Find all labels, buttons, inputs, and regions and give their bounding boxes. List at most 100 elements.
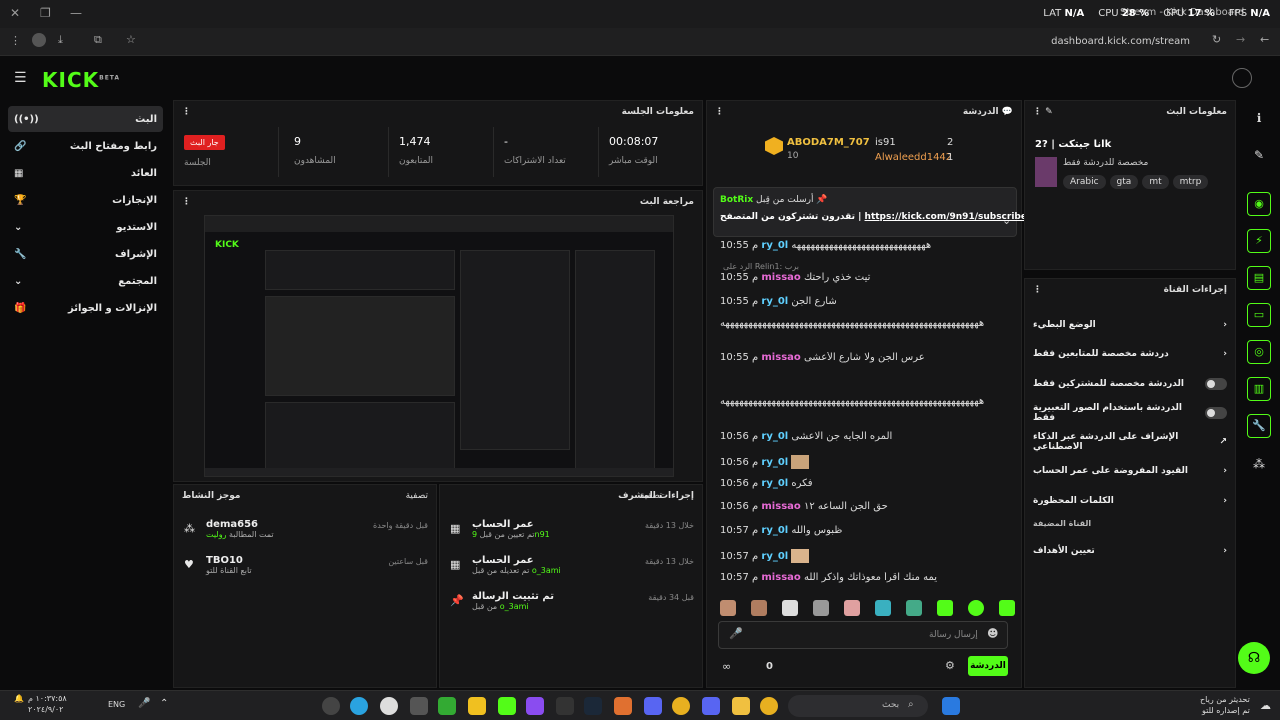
- xbox-icon[interactable]: [438, 697, 456, 715]
- discord-icon[interactable]: [644, 697, 662, 715]
- profile-icon[interactable]: [32, 33, 46, 47]
- sidebar-item-moderation[interactable]: 🔧 الإشراف: [8, 241, 163, 267]
- subscribers-only-row[interactable]: الدردشة مخصصة للمشتركين فقط: [1033, 374, 1227, 394]
- emote-icon[interactable]: [751, 600, 767, 616]
- app-icon[interactable]: [614, 697, 632, 715]
- steam-icon[interactable]: [584, 697, 602, 715]
- set-goals-row[interactable]: تعيين الأهداف ›: [1033, 541, 1227, 561]
- clock[interactable]: ١٠:٣٧:٥٨ م ٢٠٢٤/٩/٠٢: [28, 693, 67, 715]
- sidebar-item-community[interactable]: ⌄ المجتمع: [8, 268, 163, 294]
- info-icon[interactable]: ℹ: [1247, 106, 1271, 130]
- minimize-icon[interactable]: —: [70, 6, 82, 20]
- chrome-icon[interactable]: [672, 697, 690, 715]
- leader-name[interactable]: Alwaleedd1442: [875, 152, 952, 163]
- chevron-up-icon[interactable]: ⌃: [160, 698, 168, 709]
- emotes-only-toggle[interactable]: [1205, 407, 1227, 419]
- download-icon[interactable]: ⤓: [58, 33, 63, 47]
- microphone-icon[interactable]: 🎤: [729, 627, 743, 640]
- restore-icon[interactable]: ❐: [40, 6, 51, 20]
- emote-icon[interactable]: [999, 600, 1015, 616]
- app-icon[interactable]: [526, 697, 544, 715]
- app-icon[interactable]: [380, 697, 398, 715]
- followers-only-row[interactable]: دردشة مخصصة للمتابعين فقط ›: [1033, 344, 1227, 364]
- more-icon[interactable]: ⋮: [182, 197, 191, 207]
- sidebar-item-achievements[interactable]: 🏆 الإنجازات: [8, 187, 163, 213]
- notes-icon[interactable]: ▤: [1247, 266, 1271, 290]
- infinity-icon[interactable]: ∞: [722, 660, 731, 673]
- sidebar-item-stream[interactable]: ((•)) البث: [8, 106, 163, 132]
- more-icon[interactable]: ⋮: [182, 107, 191, 117]
- camera-icon[interactable]: ◉: [1247, 192, 1271, 216]
- emote-icon[interactable]: [720, 600, 736, 616]
- send-chat-button[interactable]: الدردشة: [968, 656, 1008, 676]
- tag[interactable]: mt: [1142, 175, 1169, 189]
- more-icon[interactable]: ⋮: [715, 107, 724, 117]
- emote-icon[interactable]: [968, 600, 984, 616]
- sidebar-item-stream-key[interactable]: 🔗 رابط ومفتاح البث: [8, 133, 163, 159]
- tag[interactable]: mtrp: [1172, 175, 1209, 189]
- chat-icon[interactable]: ▭: [1247, 303, 1271, 327]
- pencil-icon[interactable]: ✎: [1247, 143, 1271, 167]
- close-icon[interactable]: ✕: [10, 6, 20, 20]
- more-icon[interactable]: ⋮: [1033, 285, 1042, 295]
- extensions-icon[interactable]: ⧉: [94, 33, 102, 47]
- chat-input[interactable]: 🎤 إرسال رسالة ☻: [718, 621, 1008, 649]
- update-notice[interactable]: تحديثر من رياح تم إصداره للتو: [1200, 694, 1250, 716]
- ai-moderation-row[interactable]: الإشراف على الدردشة عبر الذكاء الاصطناعي…: [1033, 432, 1227, 452]
- subscribers-only-toggle[interactable]: [1205, 378, 1227, 390]
- menu-dots-icon[interactable]: ⋮: [10, 34, 21, 47]
- more-icon[interactable]: ⋮ ✎: [1033, 107, 1053, 117]
- gear-icon[interactable]: ⚙: [945, 659, 955, 672]
- stream-preview[interactable]: KICK: [204, 215, 674, 477]
- tag[interactable]: Arabic: [1063, 175, 1106, 189]
- broadcast-icon[interactable]: ◎: [1247, 340, 1271, 364]
- microphone-icon[interactable]: 🎤: [138, 698, 150, 709]
- windows-start-icon[interactable]: [942, 697, 960, 715]
- telegram-icon[interactable]: [350, 697, 368, 715]
- avatar[interactable]: [1232, 68, 1252, 88]
- wrench-icon[interactable]: 🔧: [1247, 414, 1271, 438]
- emote-icon[interactable]: [906, 600, 922, 616]
- app-icon[interactable]: [322, 697, 340, 715]
- emoji-icon[interactable]: ☻: [987, 627, 998, 640]
- rockstar-icon[interactable]: [468, 697, 486, 715]
- layout-icon[interactable]: ▥: [1247, 377, 1271, 401]
- search-box[interactable]: بحث ⌕: [788, 695, 928, 717]
- filter-button[interactable]: تصفية: [406, 491, 428, 501]
- sidebar-item-studio[interactable]: ⌄ الاستديو: [8, 214, 163, 240]
- emotes-only-row[interactable]: الدردشة باستخدام الصور التعبيرية فقط: [1033, 403, 1227, 423]
- epic-icon[interactable]: [556, 697, 574, 715]
- discord-icon[interactable]: [702, 697, 720, 715]
- emote-icon[interactable]: [813, 600, 829, 616]
- language-indicator[interactable]: ENG: [108, 700, 125, 709]
- chevron-down-icon[interactable]: ⌄: [1002, 214, 1011, 227]
- sidebar-item-revenue[interactable]: ▦ العائد: [8, 160, 163, 186]
- emote-icon[interactable]: [844, 600, 860, 616]
- tag[interactable]: gta: [1109, 175, 1139, 189]
- hamburger-icon[interactable]: ☰: [14, 70, 27, 86]
- chrome-icon[interactable]: [760, 697, 778, 715]
- reload-icon[interactable]: ↻: [1212, 33, 1221, 46]
- folder-icon[interactable]: [732, 697, 750, 715]
- bookmark-star-icon[interactable]: ☆: [126, 33, 136, 46]
- community-icon[interactable]: ⁂: [1247, 452, 1271, 476]
- bell-icon[interactable]: 🔔: [14, 694, 24, 703]
- banned-words-row[interactable]: الكلمات المحظورة ›: [1033, 491, 1227, 511]
- emote-icon[interactable]: [875, 600, 891, 616]
- leader-name[interactable]: is91: [875, 137, 896, 148]
- filter-button[interactable]: تصفية: [640, 491, 662, 501]
- leader-name[interactable]: ABODA7M_707: [787, 137, 870, 148]
- pinned-message[interactable]: BotRix أرسلت من قِبل 📌 تقدرون تشتركون من…: [713, 187, 1027, 237]
- emote-icon[interactable]: [782, 600, 798, 616]
- forward-icon[interactable]: →: [1236, 33, 1245, 46]
- account-age-row[interactable]: القيود المفروضة على عمر الحساب ›: [1033, 461, 1227, 481]
- kick-logo[interactable]: KICKBETA: [42, 68, 120, 92]
- app-icon[interactable]: [410, 697, 428, 715]
- slow-mode-row[interactable]: الوضع البطيء ›: [1033, 315, 1227, 335]
- emote-icon[interactable]: [937, 600, 953, 616]
- back-icon[interactable]: ←: [1260, 33, 1269, 46]
- bolt-icon[interactable]: ⚡: [1247, 229, 1271, 253]
- sidebar-item-drops[interactable]: 🎁 الإنزالات و الجوائز: [8, 295, 163, 321]
- support-icon[interactable]: ☊: [1238, 642, 1270, 674]
- address-bar[interactable]: dashboard.kick.com/stream: [1051, 36, 1190, 47]
